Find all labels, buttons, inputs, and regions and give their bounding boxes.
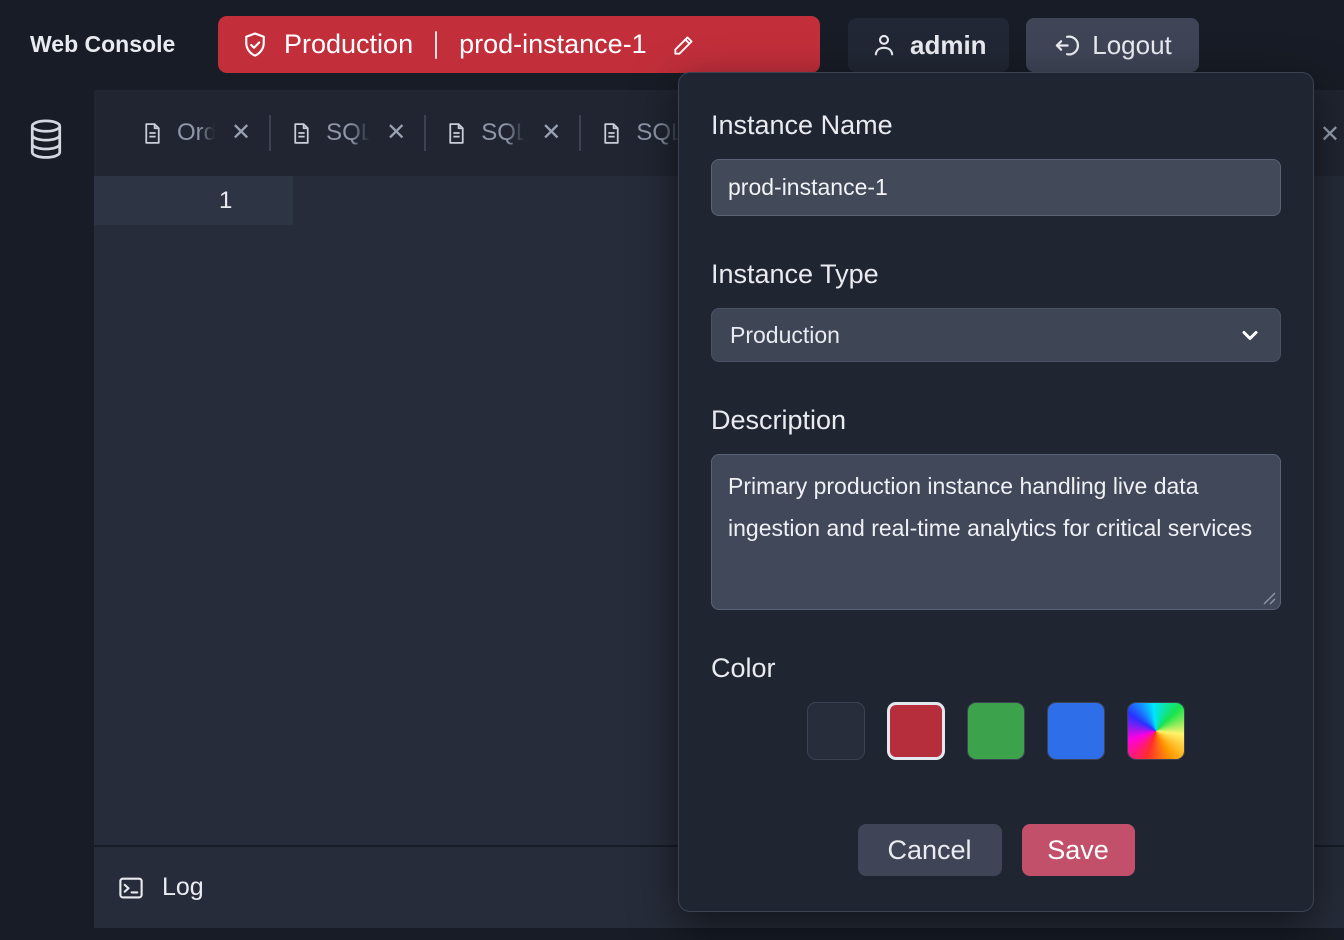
tab-close-icon[interactable]: ✕ <box>386 121 406 145</box>
tab-close-icon[interactable]: ✕ <box>541 121 561 145</box>
edit-icon[interactable] <box>671 32 697 58</box>
tab-orders[interactable]: Ord ✕ <box>122 119 269 147</box>
cancel-button[interactable]: Cancel <box>858 824 1002 876</box>
color-swatch-rainbow[interactable] <box>1127 702 1185 760</box>
badge-instance-name: prod-instance-1 <box>459 29 647 60</box>
color-swatch-blue[interactable] <box>1047 702 1105 760</box>
sidebar <box>0 90 94 940</box>
tab-sql-2[interactable]: SQL ✕ <box>426 119 579 147</box>
environment-badge[interactable]: Production prod-instance-1 <box>218 16 820 73</box>
environment-label: Production <box>284 29 413 60</box>
tab-close-icon[interactable]: ✕ <box>231 121 251 145</box>
instance-name-input[interactable] <box>711 159 1281 216</box>
tab-label: Ord <box>177 119 217 147</box>
logout-icon <box>1053 32 1080 59</box>
color-label: Color <box>711 650 1281 686</box>
file-icon <box>599 121 624 146</box>
description-textarea[interactable]: Primary production instance handling liv… <box>711 454 1281 610</box>
logout-button[interactable]: Logout <box>1026 18 1199 72</box>
file-icon <box>289 121 314 146</box>
line-number: 1 <box>219 187 232 215</box>
instance-type-value: Production <box>730 322 840 349</box>
tab-label: SQL <box>326 119 372 147</box>
user-icon <box>870 31 898 59</box>
shield-check-icon <box>240 30 270 60</box>
logout-label: Logout <box>1092 30 1172 61</box>
tab-label: SQL <box>481 119 527 147</box>
color-swatch-green[interactable] <box>967 702 1025 760</box>
tab-label: SQL <box>636 119 682 147</box>
instance-type-label: Instance Type <box>711 256 1281 292</box>
color-swatch-red[interactable] <box>887 702 945 760</box>
database-icon[interactable] <box>26 118 94 160</box>
username: admin <box>910 30 987 61</box>
save-button[interactable]: Save <box>1022 824 1135 876</box>
instance-type-select[interactable]: Production <box>711 308 1281 362</box>
terminal-icon <box>116 873 146 903</box>
description-label: Description <box>711 402 1281 438</box>
file-icon <box>140 121 165 146</box>
chevron-down-icon <box>1238 323 1262 347</box>
dialog-actions: Cancel Save <box>711 824 1281 876</box>
color-swatch-default[interactable] <box>807 702 865 760</box>
instance-settings-dialog: Instance Name Instance Type Production D… <box>678 72 1314 912</box>
active-line-gutter: 1 <box>94 176 293 225</box>
color-swatch-row <box>711 702 1281 760</box>
badge-divider <box>435 31 437 59</box>
tab-sql-1[interactable]: SQL ✕ <box>271 119 424 147</box>
log-label: Log <box>162 873 204 902</box>
app-title: Web Console <box>30 31 175 58</box>
tab-close-icon-overflow[interactable]: ✕ <box>1320 120 1340 149</box>
file-icon <box>444 121 469 146</box>
user-chip[interactable]: admin <box>848 18 1009 72</box>
instance-name-label: Instance Name <box>711 107 1281 143</box>
